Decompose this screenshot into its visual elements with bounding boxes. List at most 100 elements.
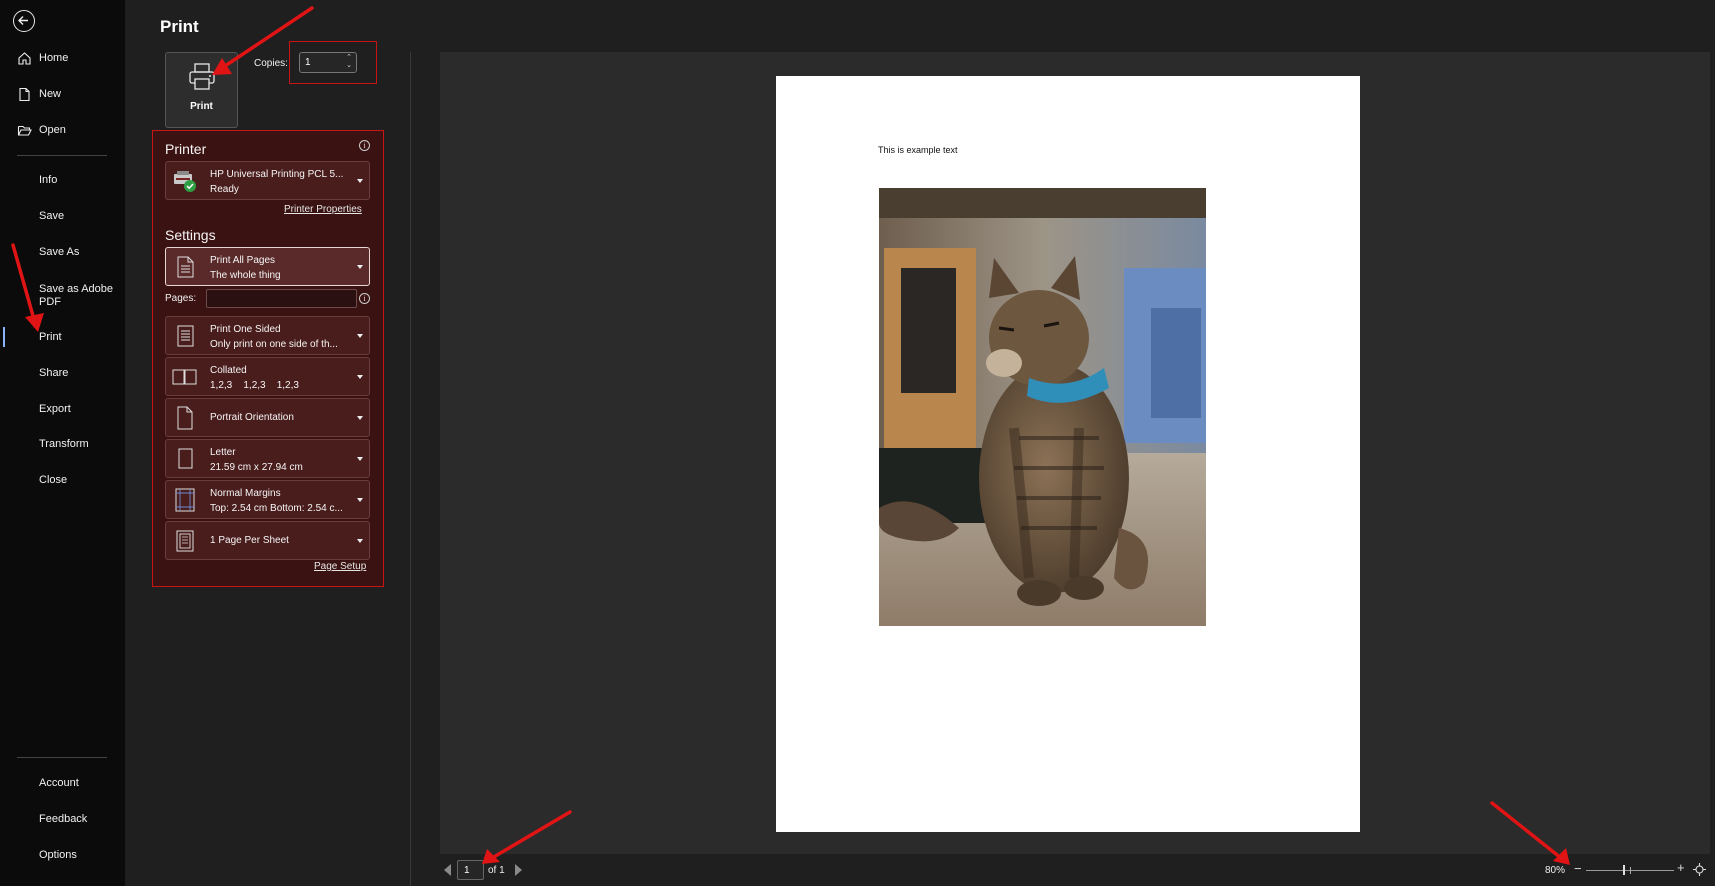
copies-spinner[interactable]: 1 ⌃ ⌄ bbox=[299, 52, 357, 73]
collation-title: Collated bbox=[210, 365, 247, 376]
chevron-down-icon bbox=[357, 539, 363, 543]
backstage-nav: Home New Open Info Save Save As Save as … bbox=[0, 0, 125, 886]
orientation-title: Portrait Orientation bbox=[210, 412, 294, 423]
nav-item-label: Account bbox=[39, 777, 79, 789]
one-sided-icon bbox=[177, 325, 194, 347]
nav-item-label: Feedback bbox=[39, 813, 88, 825]
nav-item-save-as-adobe-pdf[interactable]: Save as Adobe PDF bbox=[0, 278, 125, 314]
zoom-slider-thumb[interactable] bbox=[1622, 865, 1625, 875]
printer-section-title: Printer bbox=[165, 141, 207, 157]
previous-page-icon[interactable] bbox=[444, 864, 451, 876]
preview-page: This is example text bbox=[776, 76, 1360, 832]
nav-item-options[interactable]: Options bbox=[0, 840, 125, 870]
printer-ready-icon bbox=[174, 171, 196, 192]
printer-name: HP Universal Printing PCL 5... bbox=[210, 169, 344, 180]
print-range-title: Print All Pages bbox=[210, 255, 276, 266]
spinner-arrows-icon[interactable]: ⌃ ⌄ bbox=[346, 54, 352, 70]
margins-title: Normal Margins bbox=[210, 488, 281, 499]
chevron-down-icon bbox=[357, 416, 363, 420]
orientation-dropdown[interactable]: Portrait Orientation bbox=[165, 398, 370, 437]
back-arrow-icon[interactable] bbox=[13, 10, 35, 32]
print-settings-panel: Printer i HP Universal Printing PCL 5...… bbox=[152, 130, 384, 587]
nav-item-close[interactable]: Close bbox=[0, 465, 125, 495]
nav-divider bbox=[17, 155, 107, 156]
chevron-down-icon bbox=[357, 375, 363, 379]
pages-per-sheet-icon bbox=[176, 530, 194, 552]
info-icon[interactable]: i bbox=[359, 293, 370, 304]
pages-input[interactable] bbox=[206, 289, 357, 308]
copies-label: Copies: bbox=[254, 58, 288, 69]
margins-subtitle: Top: 2.54 cm Bottom: 2.54 c... bbox=[210, 503, 343, 514]
pages-per-sheet-title: 1 Page Per Sheet bbox=[210, 535, 289, 546]
info-icon[interactable]: i bbox=[359, 140, 370, 151]
nav-item-label: Share bbox=[39, 367, 69, 379]
nav-item-share[interactable]: Share bbox=[0, 358, 125, 388]
nav-item-label: Save bbox=[39, 210, 65, 222]
new-document-icon bbox=[19, 87, 30, 102]
chevron-down-icon bbox=[357, 265, 363, 269]
nav-item-label: Close bbox=[39, 474, 68, 486]
nav-item-open[interactable]: Open bbox=[0, 115, 125, 145]
paper-size-title: Letter bbox=[210, 447, 236, 458]
pages-icon bbox=[177, 256, 194, 278]
nav-divider bbox=[17, 757, 107, 758]
zoom-100-tick bbox=[1630, 867, 1631, 874]
collation-subtitle: 1,2,3 1,2,3 1,2,3 bbox=[210, 380, 299, 391]
print-button[interactable]: Print bbox=[165, 52, 238, 128]
settings-section-title: Settings bbox=[165, 227, 216, 243]
printer-status: Ready bbox=[210, 184, 239, 195]
collated-icon bbox=[172, 369, 197, 385]
nav-item-label: Save As bbox=[39, 246, 80, 258]
current-page-input[interactable]: 1 bbox=[457, 860, 484, 880]
nav-item-label: Print bbox=[39, 331, 62, 343]
nav-item-label: Open bbox=[39, 124, 66, 136]
portrait-icon bbox=[177, 406, 193, 430]
print-button-label: Print bbox=[190, 101, 213, 112]
zoom-to-page-icon[interactable] bbox=[1693, 863, 1706, 876]
nav-item-print[interactable]: Print bbox=[0, 322, 125, 352]
nav-item-export[interactable]: Export bbox=[0, 394, 125, 424]
paper-size-dropdown[interactable]: Letter 21.59 cm x 27.94 cm bbox=[165, 439, 370, 478]
collation-dropdown[interactable]: Collated 1,2,3 1,2,3 1,2,3 bbox=[165, 357, 370, 396]
nav-item-account[interactable]: Account bbox=[0, 768, 125, 798]
sides-title: Print One Sided bbox=[210, 324, 281, 335]
printer-properties-link[interactable]: Printer Properties bbox=[284, 204, 362, 215]
nav-item-info[interactable]: Info bbox=[0, 165, 125, 195]
print-range-dropdown[interactable]: Print All Pages The whole thing bbox=[165, 247, 370, 286]
chevron-down-icon bbox=[357, 334, 363, 338]
nav-item-transform[interactable]: Transform bbox=[0, 429, 125, 459]
nav-item-label: Info bbox=[39, 174, 58, 186]
folder-open-icon bbox=[17, 125, 32, 136]
zoom-level[interactable]: 80% bbox=[1545, 865, 1565, 876]
cat-image bbox=[879, 188, 1206, 626]
copies-value: 1 bbox=[305, 57, 311, 68]
sides-subtitle: Only print on one side of th... bbox=[210, 339, 338, 350]
nav-item-save[interactable]: Save bbox=[0, 201, 125, 231]
nav-item-save-as[interactable]: Save As bbox=[0, 237, 125, 267]
zoom-out-icon[interactable]: − bbox=[1574, 861, 1582, 876]
page-setup-link[interactable]: Page Setup bbox=[314, 561, 366, 572]
chevron-down-icon bbox=[357, 457, 363, 461]
document-text: This is example text bbox=[878, 145, 958, 155]
nav-item-home[interactable]: Home bbox=[0, 43, 125, 73]
print-range-subtitle: The whole thing bbox=[210, 270, 281, 281]
pages-label: Pages: bbox=[165, 293, 197, 304]
nav-item-label: New bbox=[39, 88, 62, 100]
chevron-down-icon bbox=[357, 498, 363, 502]
printer-icon bbox=[189, 63, 215, 90]
zoom-in-icon[interactable]: + bbox=[1677, 860, 1685, 875]
next-page-icon[interactable] bbox=[515, 864, 522, 876]
nav-item-feedback[interactable]: Feedback bbox=[0, 804, 125, 834]
printer-dropdown[interactable]: HP Universal Printing PCL 5... Ready bbox=[165, 161, 370, 200]
nav-item-new[interactable]: New bbox=[0, 79, 125, 109]
nav-item-label: Save as Adobe PDF bbox=[39, 283, 114, 308]
sides-dropdown[interactable]: Print One Sided Only print on one side o… bbox=[165, 316, 370, 355]
nav-item-label: Home bbox=[39, 52, 69, 64]
margins-dropdown[interactable]: Normal Margins Top: 2.54 cm Bottom: 2.54… bbox=[165, 480, 370, 519]
nav-item-label: Export bbox=[39, 403, 71, 415]
cat-photo bbox=[879, 188, 1206, 626]
nav-item-label: Options bbox=[39, 849, 77, 861]
home-icon bbox=[18, 52, 31, 65]
panel-divider bbox=[410, 52, 411, 886]
pages-per-sheet-dropdown[interactable]: 1 Page Per Sheet bbox=[165, 521, 370, 560]
